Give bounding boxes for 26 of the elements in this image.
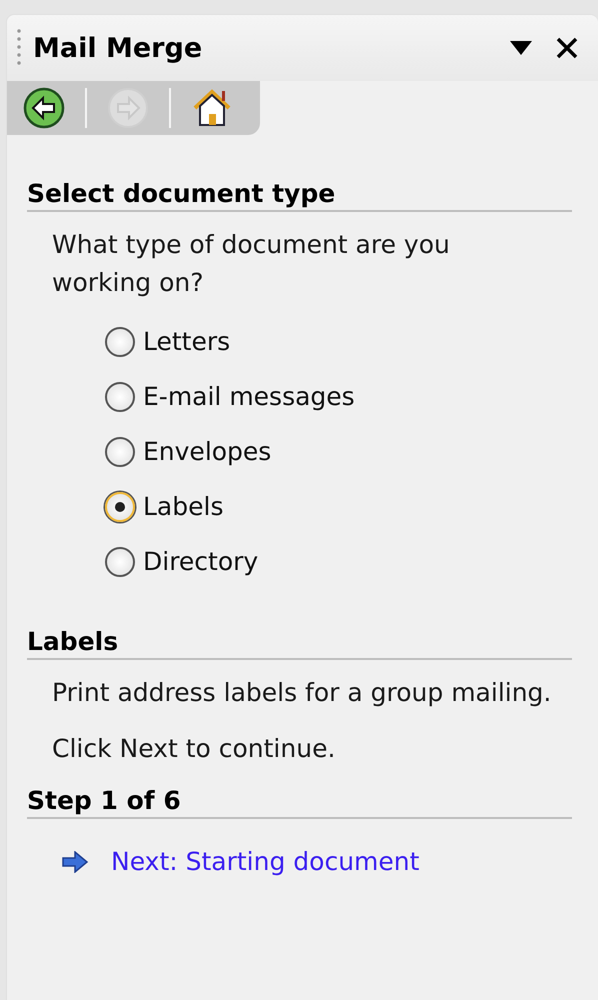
section-heading: Select document type [27, 179, 572, 212]
radio-option[interactable]: E-mail messages [105, 369, 572, 424]
pane-title: Mail Merge [33, 32, 204, 64]
radio-option[interactable]: Letters [105, 314, 572, 369]
arrow-icon [61, 850, 89, 872]
radio-option[interactable]: Envelopes [105, 424, 572, 479]
caret-icon [510, 41, 532, 55]
radio-option[interactable]: Labels [105, 479, 572, 534]
radio-button[interactable] [105, 326, 135, 356]
close-icon [556, 37, 578, 59]
option-label: Letters [143, 327, 230, 356]
house-icon [191, 87, 233, 129]
description-text: Print address labels for a group mailing. [51, 677, 552, 709]
option-label: Directory [143, 547, 258, 576]
radio-button[interactable] [105, 382, 135, 412]
radio-option[interactable]: Directory [105, 534, 572, 589]
section-heading: Labels [27, 627, 572, 660]
option-label: E-mail messages [143, 382, 355, 411]
option-label: Labels [143, 492, 224, 521]
radio-button[interactable] [105, 546, 135, 576]
description-text: Click Next to continue. [51, 733, 336, 765]
radio-button[interactable] [105, 436, 135, 466]
section-heading: Step 1 of 6 [27, 786, 572, 819]
radio-button[interactable] [105, 492, 135, 522]
option-label: Envelopes [143, 437, 272, 466]
description-text: What type of document are you working on? [51, 229, 451, 299]
